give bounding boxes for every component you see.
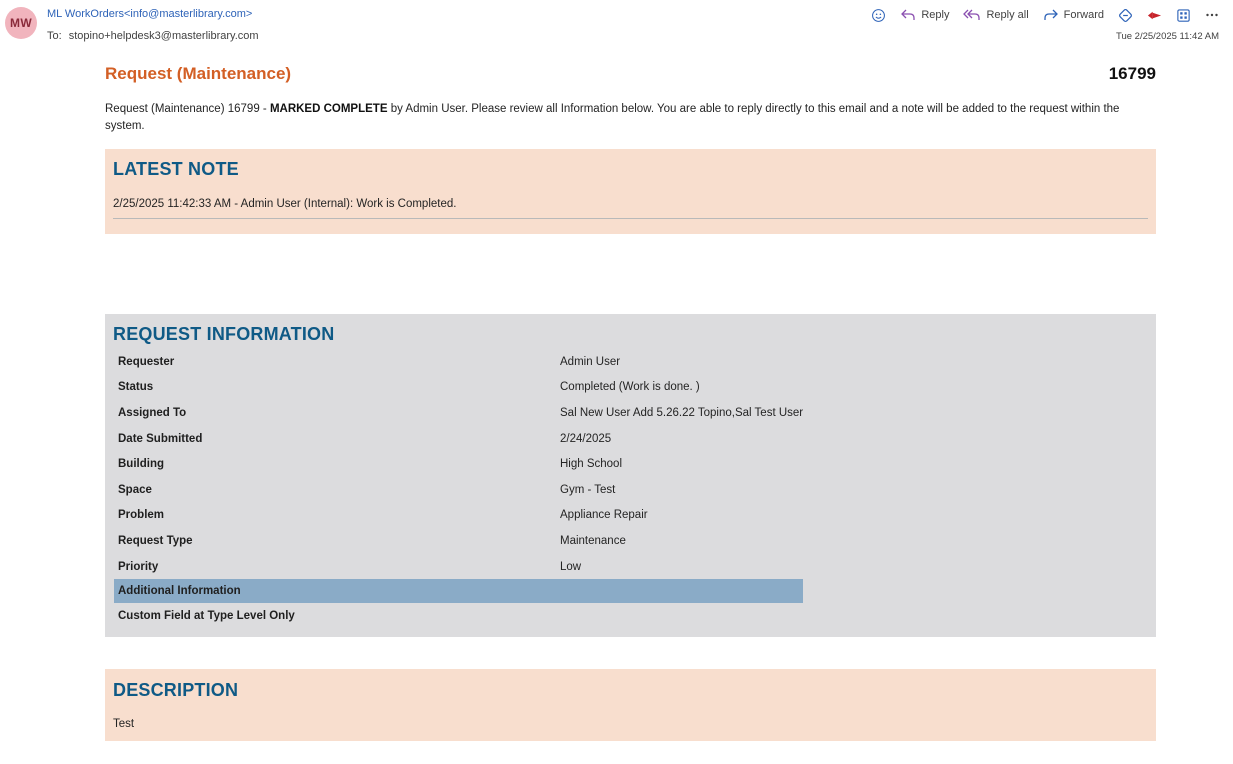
info-row-label: Request Type — [118, 534, 193, 547]
intro-status: MARKED COMPLETE — [269, 103, 388, 115]
custom-field-row: Custom Field at Type Level Only — [114, 603, 803, 629]
loop-icon — [1118, 8, 1133, 23]
emoji-reaction-button[interactable] — [871, 8, 886, 23]
to-label: To: — [47, 30, 62, 42]
info-row-value: Appliance Repair — [560, 509, 648, 522]
latest-note-panel: LATEST NOTE 2/25/2025 11:42:33 AM - Admi… — [105, 149, 1156, 234]
sent-timestamp: Tue 2/25/2025 11:42 AM — [1116, 31, 1219, 42]
intro-paragraph: Request (Maintenance) 16799 - MARKED COM… — [105, 101, 1156, 134]
info-row: Assigned To Sal New User Add 5.26.22 Topi… — [114, 400, 803, 426]
info-row-label: Status — [118, 381, 154, 394]
info-row-label: Date Submitted — [118, 432, 203, 445]
info-row: Date Submitted 2/24/2025 — [114, 426, 803, 452]
reply-icon — [900, 8, 916, 22]
forward-label: Forward — [1063, 9, 1104, 21]
loop-button[interactable] — [1118, 8, 1133, 23]
info-row: Problem Appliance Repair — [114, 503, 803, 529]
info-row: Space Gym - Test — [114, 477, 803, 503]
info-row-value: Admin User — [560, 355, 621, 368]
description-panel: DESCRIPTION Test — [105, 669, 1156, 741]
recipient-address[interactable]: stopino+helpdesk3@masterlibrary.com — [69, 30, 259, 42]
info-row: Priority Low — [114, 554, 803, 580]
additional-information-row: Additional Information — [114, 579, 804, 604]
more-actions-button[interactable] — [1205, 8, 1219, 22]
request-title: Request (Maintenance) — [105, 64, 292, 83]
request-title-row: Request (Maintenance) 16799 — [105, 63, 1156, 85]
dynamics-icon — [1147, 8, 1162, 23]
reply-label: Reply — [921, 9, 950, 21]
sender-name[interactable]: ML WorkOrders<info@masterlibrary.com> — [47, 8, 252, 20]
dynamics-button[interactable] — [1147, 8, 1162, 23]
description-heading: DESCRIPTION — [113, 680, 239, 700]
info-row-value: Sal New User Add 5.26.22 Topino,Sal Test… — [560, 406, 804, 419]
additional-information-value — [556, 579, 804, 604]
info-row-value: Maintenance — [560, 534, 626, 547]
info-row-value: High School — [560, 458, 623, 471]
more-icon — [1205, 8, 1219, 22]
intro-prefix: Request (Maintenance) 16799 - — [105, 103, 270, 115]
info-row-label: Priority — [118, 560, 159, 573]
request-information-heading: REQUEST INFORMATION — [113, 324, 335, 344]
info-row-label: Building — [118, 458, 164, 471]
custom-field-value — [556, 603, 803, 629]
message-actions-toolbar: Reply Reply all Forward — [857, 6, 1219, 24]
forward-button[interactable]: Forward — [1043, 8, 1104, 22]
description-text: Test — [113, 718, 135, 730]
reply-all-icon — [963, 8, 981, 22]
latest-note-text: 2/25/2025 11:42:33 AM - Admin User (Inte… — [113, 198, 457, 210]
info-row-label: Space — [118, 483, 152, 496]
info-row-value: Completed (Work is done. ) — [560, 381, 700, 394]
reply-button[interactable]: Reply — [900, 8, 949, 22]
info-row-label: Assigned To — [118, 406, 187, 419]
reply-all-label: Reply all — [986, 9, 1029, 21]
info-row-value: Gym - Test — [560, 483, 616, 496]
additional-information-heading: Additional Information — [114, 579, 556, 604]
latest-note-heading: LATEST NOTE — [113, 159, 239, 179]
reply-all-button[interactable]: Reply all — [963, 8, 1029, 22]
info-row-label: Requester — [118, 355, 175, 368]
info-row-value: 2/24/2025 — [560, 432, 612, 445]
emoji-icon — [871, 8, 886, 23]
recipient-line: To: stopino+helpdesk3@masterlibrary.com — [47, 30, 259, 42]
forward-icon — [1043, 8, 1059, 22]
request-information-panel: REQUEST INFORMATION Requester Admin User S… — [105, 314, 1156, 637]
info-row-value: Low — [560, 560, 582, 573]
request-number: 16799 — [1108, 64, 1156, 83]
apps-button[interactable] — [1176, 8, 1191, 23]
custom-field-label: Custom Field at Type Level Only — [118, 610, 295, 623]
info-row-label: Problem — [118, 509, 165, 522]
info-row: Requester Admin User — [114, 349, 803, 375]
note-divider — [113, 218, 1148, 219]
info-row: Status Completed (Work is done. ) — [114, 375, 803, 401]
request-information-table: Requester Admin User Status Completed (Work… — [114, 349, 804, 629]
info-row: Building High School — [114, 451, 803, 477]
info-row: Request Type Maintenance — [114, 528, 803, 554]
apps-icon — [1176, 8, 1191, 23]
sender-avatar[interactable]: MW — [5, 7, 37, 39]
